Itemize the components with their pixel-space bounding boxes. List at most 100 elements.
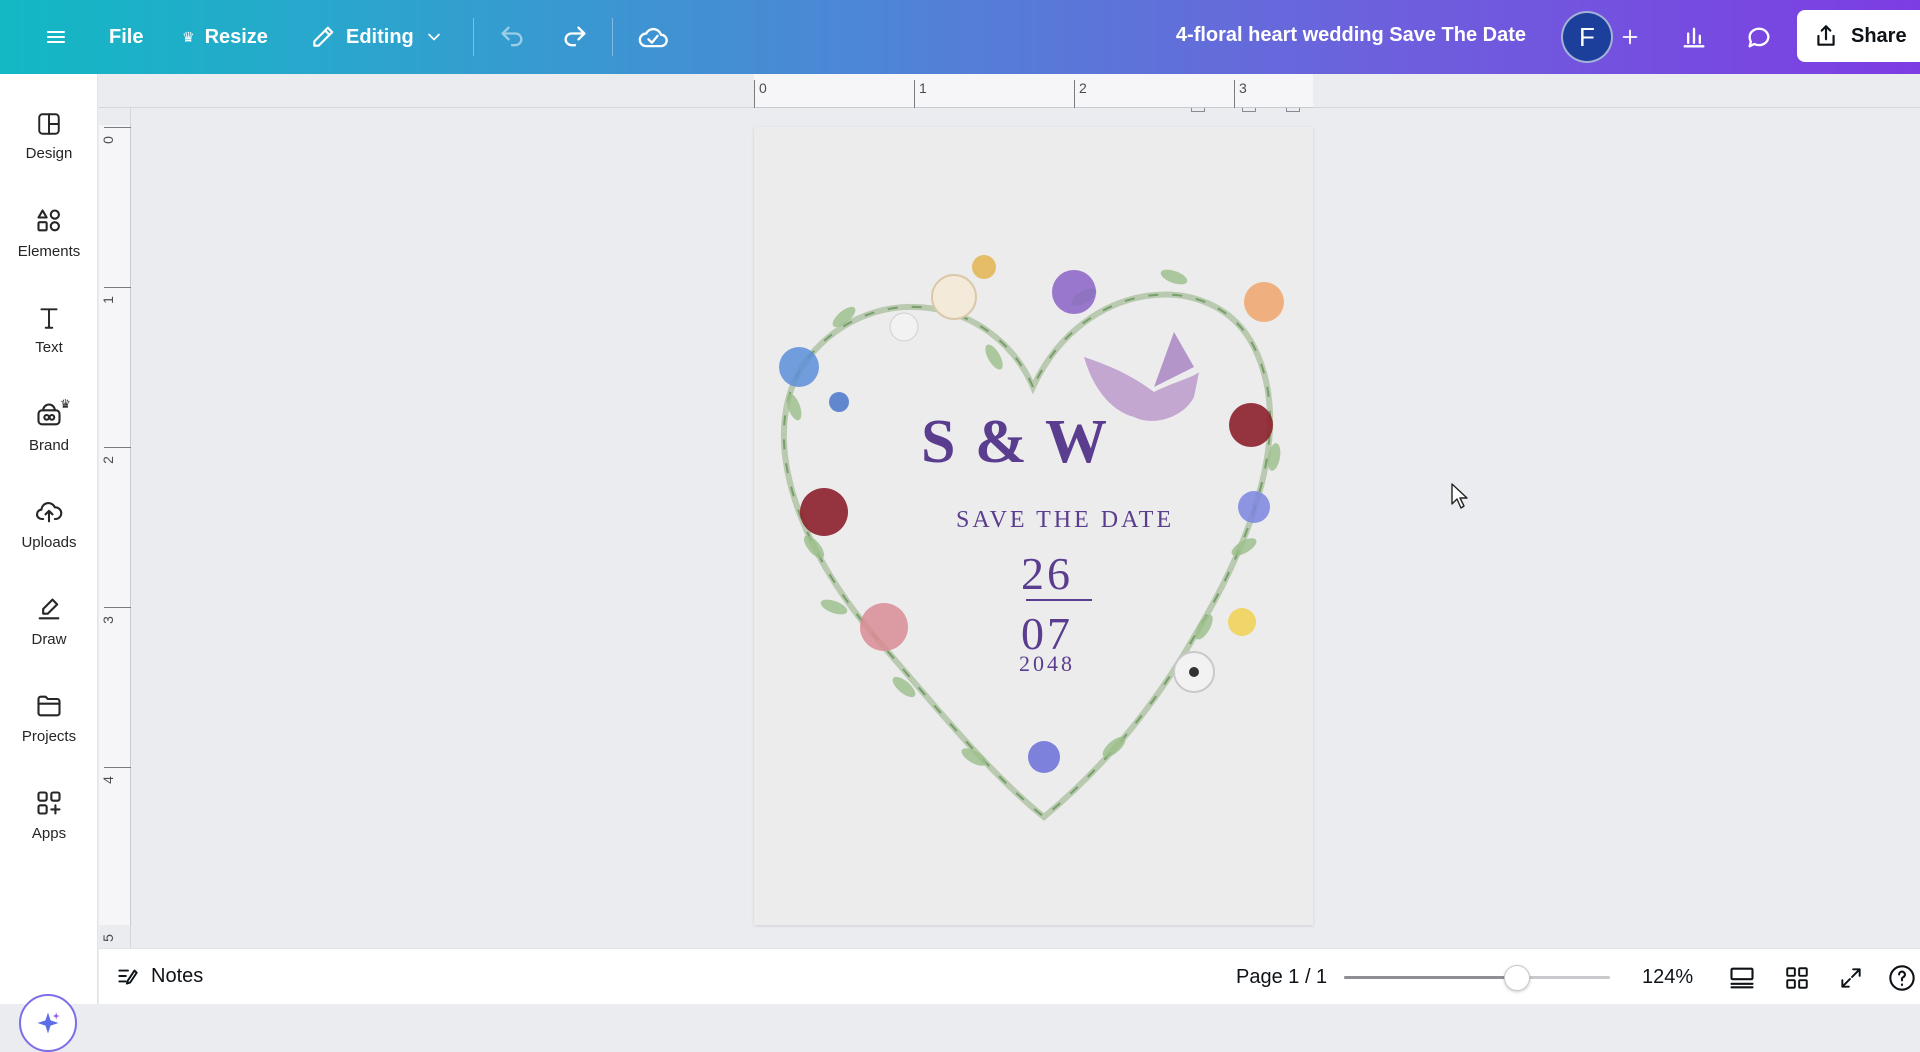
comment-icon bbox=[1748, 27, 1770, 48]
page-handle[interactable] bbox=[1191, 108, 1205, 112]
bottom-status-bar: Notes Page 1 / 1 124% bbox=[99, 948, 1920, 1004]
sidebar-item-label: Draw bbox=[31, 630, 67, 648]
grid-view-icon bbox=[1786, 967, 1808, 989]
plus-icon bbox=[1622, 29, 1638, 45]
notes-label: Notes bbox=[151, 964, 204, 987]
fullscreen-button[interactable] bbox=[1834, 961, 1868, 995]
notes-button[interactable]: Notes bbox=[115, 963, 203, 989]
sidebar-item-text[interactable]: Text bbox=[0, 288, 98, 372]
ruler-tick bbox=[104, 287, 131, 288]
redo-button[interactable] bbox=[551, 14, 599, 60]
toolbar-divider bbox=[473, 18, 474, 56]
ruler-label: 4 bbox=[99, 776, 116, 784]
save-the-date-text[interactable]: SAVE THE DATE bbox=[956, 507, 1174, 534]
redo-icon bbox=[564, 26, 586, 47]
page-handle[interactable] bbox=[1242, 108, 1256, 112]
notes-icon bbox=[118, 969, 138, 985]
magic-assistant-button[interactable] bbox=[19, 994, 77, 1052]
sidebar-item-label: Projects bbox=[21, 727, 77, 745]
vertical-ruler-page-range bbox=[99, 125, 131, 925]
sidebar-item-elements[interactable]: Elements bbox=[0, 191, 98, 275]
left-sidebar: Design Elements Text ♛ Brand Uploads Dra… bbox=[0, 74, 98, 1052]
apps-icon bbox=[37, 790, 61, 815]
save-status-button[interactable] bbox=[627, 14, 679, 60]
mouse-cursor-icon bbox=[1451, 483, 1468, 509]
ruler-label: 2 bbox=[99, 456, 116, 464]
undo-button[interactable] bbox=[488, 14, 536, 60]
sidebar-item-label: Elements bbox=[17, 242, 81, 260]
share-upload-icon bbox=[1817, 25, 1835, 46]
projects-icon bbox=[37, 695, 61, 716]
ruler-tick bbox=[104, 607, 131, 608]
chevron-down-icon bbox=[427, 33, 440, 41]
ruler-tick bbox=[104, 767, 131, 768]
uploads-icon bbox=[36, 501, 63, 522]
zoom-slider-fill bbox=[1344, 976, 1517, 979]
expand-icon bbox=[1841, 968, 1861, 988]
draw-icon bbox=[38, 598, 60, 619]
sidebar-item-label: Uploads bbox=[21, 533, 77, 551]
sidebar-item-brand[interactable]: ♛ Brand bbox=[0, 385, 98, 469]
design-page[interactable]: S & W SAVE THE DATE 26 07 2048 bbox=[754, 127, 1313, 925]
sidebar-item-projects[interactable]: Projects bbox=[0, 676, 98, 760]
resize-button[interactable]: ♛ Resize bbox=[172, 14, 278, 60]
sidebar-item-apps[interactable]: Apps bbox=[0, 773, 98, 857]
help-button[interactable] bbox=[1885, 961, 1919, 995]
crown-icon: ♛ bbox=[60, 397, 71, 411]
zoom-level[interactable]: 124% bbox=[1642, 966, 1693, 989]
hamburger-menu-icon bbox=[47, 31, 65, 43]
sidebar-item-uploads[interactable]: Uploads bbox=[0, 482, 98, 566]
ruler-tick bbox=[754, 80, 755, 108]
ruler-tick bbox=[914, 80, 915, 108]
resize-label: Resize bbox=[204, 25, 268, 48]
text-icon bbox=[40, 307, 58, 329]
page-view-icon bbox=[1730, 967, 1754, 989]
comments-button[interactable] bbox=[1733, 12, 1785, 62]
insights-button[interactable] bbox=[1668, 12, 1720, 62]
crown-icon: ♛ bbox=[182, 28, 195, 45]
brand-icon bbox=[37, 402, 61, 425]
file-label: File bbox=[109, 25, 144, 48]
sidebar-item-draw[interactable]: Draw bbox=[0, 579, 98, 663]
ruler-label: 0 bbox=[99, 136, 116, 144]
ruler-label: 2 bbox=[1079, 80, 1087, 96]
toolbar-divider bbox=[612, 18, 613, 56]
editing-label: Editing bbox=[346, 25, 414, 48]
share-button[interactable]: Share bbox=[1797, 10, 1920, 62]
top-toolbar: File ♛ Resize Editing 4-floral heart wed… bbox=[0, 0, 1920, 74]
ruler-tick bbox=[1074, 80, 1075, 108]
ruler-label: 5 bbox=[99, 934, 116, 942]
invite-button[interactable] bbox=[1604, 12, 1656, 62]
page-indicator[interactable]: Page 1 / 1 bbox=[1236, 966, 1327, 989]
sidebar-item-label: Apps bbox=[31, 824, 67, 842]
pencil-icon bbox=[313, 26, 334, 47]
cloud-check-icon bbox=[638, 27, 668, 48]
ruler-label: 3 bbox=[99, 616, 116, 624]
date-year-text[interactable]: 2048 bbox=[1005, 651, 1089, 677]
help-icon bbox=[1889, 965, 1915, 991]
horizontal-ruler-page-range bbox=[754, 74, 1313, 108]
ruler-label: 1 bbox=[99, 296, 116, 304]
main-menu-button[interactable] bbox=[34, 14, 78, 60]
date-day-text[interactable]: 26 bbox=[1005, 547, 1089, 600]
bar-chart-icon bbox=[1683, 27, 1705, 48]
undo-icon bbox=[501, 26, 523, 47]
ruler-tick bbox=[104, 447, 131, 448]
sidebar-item-label: Text bbox=[35, 338, 63, 356]
page-view-button[interactable] bbox=[1725, 961, 1759, 995]
sidebar-item-design[interactable]: Design bbox=[0, 94, 98, 178]
editing-mode-dropdown[interactable]: Editing bbox=[300, 14, 454, 60]
ruler-tick bbox=[1234, 80, 1235, 108]
monogram-text[interactable]: S & W bbox=[921, 407, 1109, 478]
document-title[interactable]: 4-floral heart wedding Save The Date bbox=[1176, 24, 1526, 47]
file-menu-button[interactable]: File bbox=[99, 14, 153, 60]
grid-view-button[interactable] bbox=[1780, 961, 1814, 995]
sparkle-icon bbox=[37, 1012, 60, 1034]
zoom-slider-thumb[interactable] bbox=[1503, 965, 1530, 991]
ruler-label: 0 bbox=[759, 80, 767, 96]
ruler-tick bbox=[104, 127, 131, 128]
page-handle[interactable] bbox=[1286, 108, 1300, 112]
ruler-label: 1 bbox=[919, 80, 927, 96]
elements-icon bbox=[37, 208, 60, 231]
zoom-slider[interactable] bbox=[1344, 976, 1610, 979]
